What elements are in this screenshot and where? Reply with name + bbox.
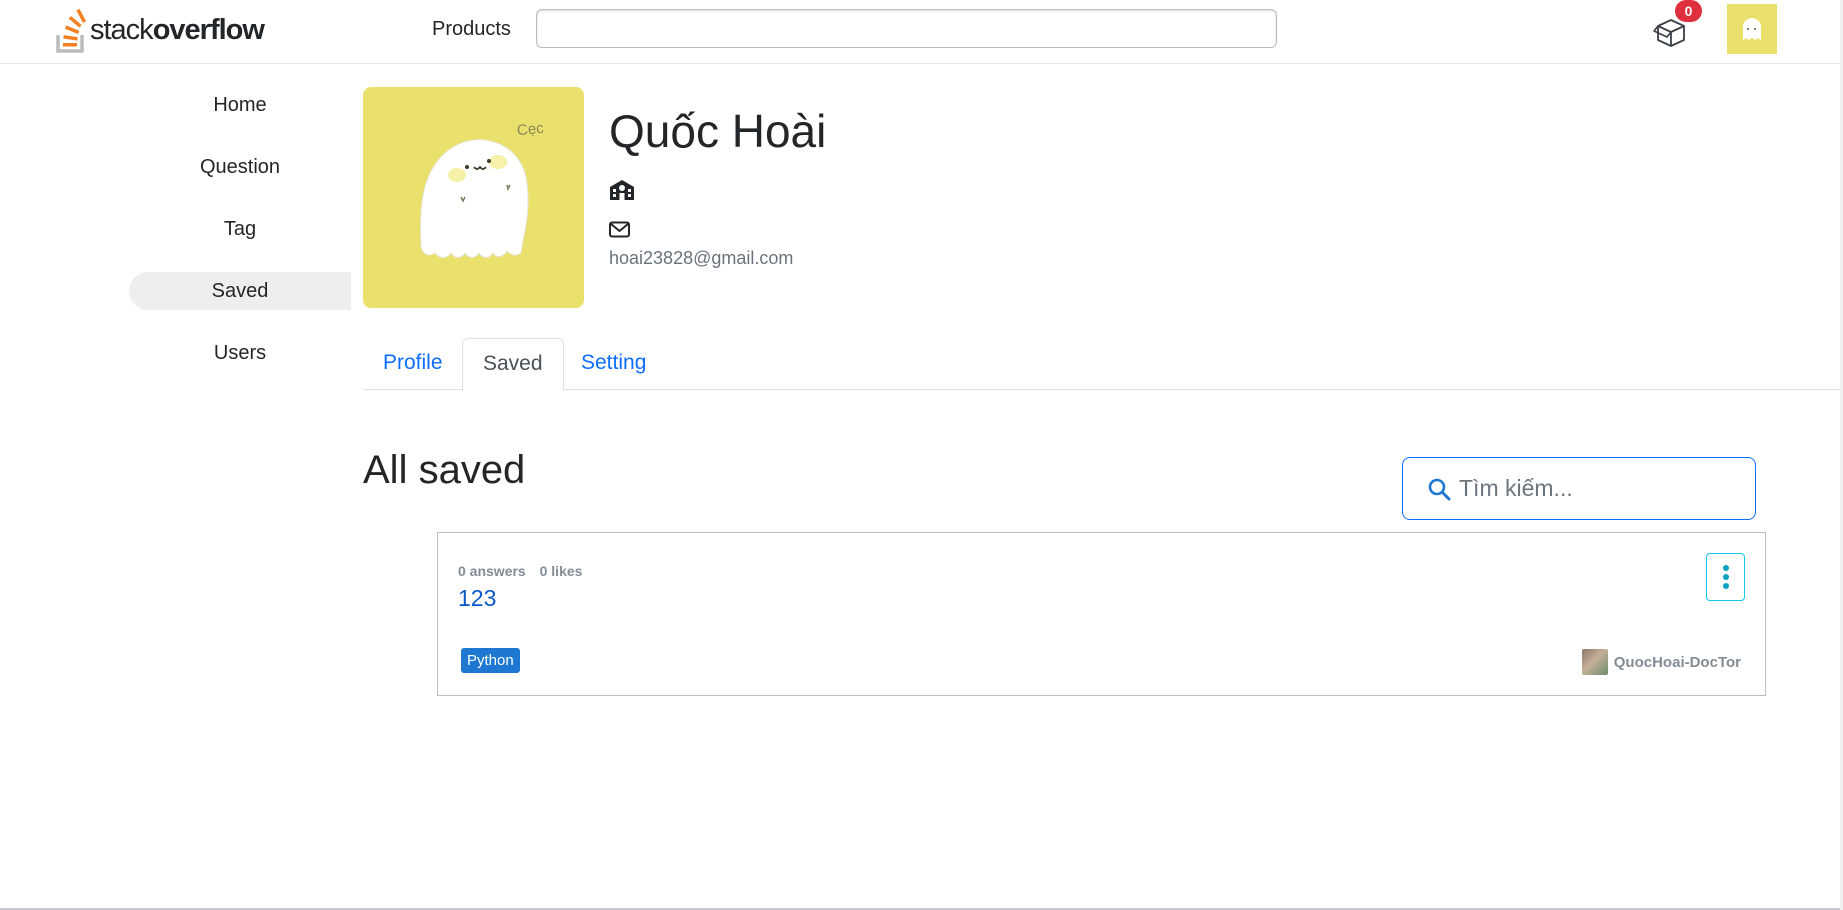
school-icon	[610, 180, 634, 200]
envelope-icon	[609, 221, 630, 238]
logo-text-light: stack	[90, 13, 154, 46]
sidebar-item-question[interactable]: Question	[129, 148, 351, 186]
top-bar: stackoverflow Products 0	[0, 0, 1843, 64]
question-title-link[interactable]: 123	[458, 585, 496, 612]
products-menu[interactable]: Products	[432, 18, 511, 41]
sidebar-item-saved[interactable]: Saved	[129, 272, 351, 310]
answers-count: 0 answers	[458, 563, 526, 579]
tab-saved[interactable]: Saved	[462, 338, 564, 391]
more-vertical-icon	[1722, 565, 1729, 589]
saved-search-box[interactable]	[1402, 457, 1756, 520]
more-options-button[interactable]	[1706, 553, 1745, 601]
tab-profile[interactable]: Profile	[363, 338, 463, 390]
stackoverflow-logo[interactable]: stackoverflow	[56, 4, 265, 56]
tab-setting[interactable]: Setting	[561, 338, 666, 390]
profile-name: Quốc Hoài	[609, 105, 827, 157]
author-name: QuocHoai-DocTor	[1613, 653, 1741, 671]
sidebar-item-users[interactable]: Users	[129, 334, 351, 372]
section-title: All saved	[363, 448, 526, 492]
global-search-input[interactable]	[536, 9, 1277, 48]
photo-caption: Cẹc	[516, 119, 545, 140]
inbox-count-badge: 0	[1675, 0, 1702, 22]
logo-text: stackoverflow	[90, 13, 265, 46]
ghost-illustration	[419, 139, 529, 258]
profile-photo: Cẹc	[363, 87, 584, 308]
left-sidebar: Home Question Tag Saved Users	[129, 86, 351, 396]
profile-email: hoai23828@gmail.com	[609, 248, 794, 268]
profile-tabs: Profile Saved Setting	[363, 338, 1843, 391]
search-icon	[1428, 478, 1451, 500]
sidebar-item-home[interactable]: Home	[129, 86, 351, 124]
sidebar-item-tag[interactable]: Tag	[129, 210, 351, 248]
question-author[interactable]: QuocHoai-DocTor	[1581, 649, 1741, 675]
ghost-avatar-icon	[1743, 18, 1761, 40]
author-avatar	[1581, 649, 1608, 675]
saved-question-card: 0 answers 0 likes 123 Python QuocHoai-Do…	[437, 532, 1766, 696]
user-avatar-button[interactable]	[1727, 4, 1777, 54]
likes-count: 0 likes	[539, 563, 583, 579]
tag-python[interactable]: Python	[461, 648, 520, 673]
saved-search-input[interactable]	[1459, 475, 1749, 502]
question-stats: 0 answers 0 likes	[458, 563, 582, 579]
stackoverflow-logo-icon	[56, 8, 87, 53]
logo-text-bold: overflow	[152, 13, 265, 46]
